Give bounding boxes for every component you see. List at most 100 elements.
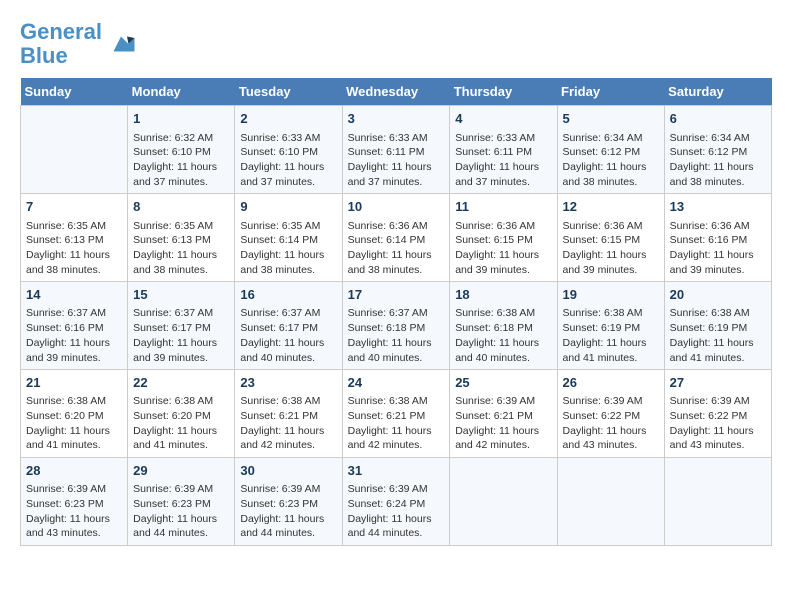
day-number: 30 xyxy=(240,462,336,480)
day-content: Sunrise: 6:35 AM Sunset: 6:14 PM Dayligh… xyxy=(240,219,336,278)
calendar-cell: 19 Sunrise: 6:38 AM Sunset: 6:19 PM Dayli… xyxy=(557,282,664,370)
day-number: 2 xyxy=(240,110,336,128)
calendar-cell: 7 Sunrise: 6:35 AM Sunset: 6:13 PM Daylig… xyxy=(21,194,128,282)
day-number: 3 xyxy=(348,110,445,128)
page-header: GeneralBlue xyxy=(20,20,772,68)
calendar-table: SundayMondayTuesdayWednesdayThursdayFrid… xyxy=(20,78,772,546)
day-content: Sunrise: 6:38 AM Sunset: 6:21 PM Dayligh… xyxy=(348,394,445,453)
calendar-cell: 2 Sunrise: 6:33 AM Sunset: 6:10 PM Daylig… xyxy=(235,106,342,194)
col-header-wednesday: Wednesday xyxy=(342,78,450,106)
day-number: 17 xyxy=(348,286,445,304)
day-number: 27 xyxy=(670,374,766,392)
day-number: 1 xyxy=(133,110,229,128)
calendar-cell: 13 Sunrise: 6:36 AM Sunset: 6:16 PM Dayli… xyxy=(664,194,771,282)
day-content: Sunrise: 6:38 AM Sunset: 6:20 PM Dayligh… xyxy=(26,394,122,453)
day-content: Sunrise: 6:39 AM Sunset: 6:21 PM Dayligh… xyxy=(455,394,551,453)
calendar-cell: 30 Sunrise: 6:39 AM Sunset: 6:23 PM Dayli… xyxy=(235,458,342,546)
day-number: 23 xyxy=(240,374,336,392)
calendar-cell: 22 Sunrise: 6:38 AM Sunset: 6:20 PM Dayli… xyxy=(128,370,235,458)
day-number: 5 xyxy=(563,110,659,128)
day-content: Sunrise: 6:33 AM Sunset: 6:10 PM Dayligh… xyxy=(240,131,336,190)
calendar-cell: 31 Sunrise: 6:39 AM Sunset: 6:24 PM Dayli… xyxy=(342,458,450,546)
day-number: 4 xyxy=(455,110,551,128)
calendar-cell: 24 Sunrise: 6:38 AM Sunset: 6:21 PM Dayli… xyxy=(342,370,450,458)
calendar-cell: 18Sunrise: 6:38 AM Sunset: 6:18 PM Dayli… xyxy=(450,282,557,370)
logo-text: GeneralBlue xyxy=(20,20,102,68)
day-content: Sunrise: 6:34 AM Sunset: 6:12 PM Dayligh… xyxy=(670,131,766,190)
calendar-cell: 8Sunrise: 6:35 AM Sunset: 6:13 PM Daylig… xyxy=(128,194,235,282)
day-number: 21 xyxy=(26,374,122,392)
day-content: Sunrise: 6:38 AM Sunset: 6:21 PM Dayligh… xyxy=(240,394,336,453)
calendar-cell: 6 Sunrise: 6:34 AM Sunset: 6:12 PM Daylig… xyxy=(664,106,771,194)
calendar-cell: 14Sunrise: 6:37 AM Sunset: 6:16 PM Dayli… xyxy=(21,282,128,370)
day-content: Sunrise: 6:38 AM Sunset: 6:20 PM Dayligh… xyxy=(133,394,229,453)
day-content: Sunrise: 6:34 AM Sunset: 6:12 PM Dayligh… xyxy=(563,131,659,190)
calendar-cell xyxy=(557,458,664,546)
logo: GeneralBlue xyxy=(20,20,136,68)
calendar-cell: 27Sunrise: 6:39 AM Sunset: 6:22 PM Dayli… xyxy=(664,370,771,458)
day-number: 16 xyxy=(240,286,336,304)
day-number: 20 xyxy=(670,286,766,304)
day-number: 9 xyxy=(240,198,336,216)
day-number: 11 xyxy=(455,198,551,216)
week-row-2: 7 Sunrise: 6:35 AM Sunset: 6:13 PM Daylig… xyxy=(21,194,772,282)
day-number: 22 xyxy=(133,374,229,392)
day-number: 7 xyxy=(26,198,122,216)
day-content: Sunrise: 6:33 AM Sunset: 6:11 PM Dayligh… xyxy=(455,131,551,190)
calendar-cell xyxy=(664,458,771,546)
calendar-cell: 26 Sunrise: 6:39 AM Sunset: 6:22 PM Dayli… xyxy=(557,370,664,458)
day-number: 31 xyxy=(348,462,445,480)
day-number: 24 xyxy=(348,374,445,392)
calendar-cell: 11 Sunrise: 6:36 AM Sunset: 6:15 PM Dayli… xyxy=(450,194,557,282)
week-row-1: 1 Sunrise: 6:32 AM Sunset: 6:10 PM Daylig… xyxy=(21,106,772,194)
calendar-cell xyxy=(21,106,128,194)
logo-icon xyxy=(106,29,136,59)
day-content: Sunrise: 6:36 AM Sunset: 6:15 PM Dayligh… xyxy=(455,219,551,278)
calendar-cell: 9 Sunrise: 6:35 AM Sunset: 6:14 PM Daylig… xyxy=(235,194,342,282)
day-number: 12 xyxy=(563,198,659,216)
day-number: 6 xyxy=(670,110,766,128)
day-content: Sunrise: 6:39 AM Sunset: 6:23 PM Dayligh… xyxy=(133,482,229,541)
day-content: Sunrise: 6:39 AM Sunset: 6:22 PM Dayligh… xyxy=(563,394,659,453)
week-row-3: 14Sunrise: 6:37 AM Sunset: 6:16 PM Dayli… xyxy=(21,282,772,370)
day-content: Sunrise: 6:39 AM Sunset: 6:24 PM Dayligh… xyxy=(348,482,445,541)
day-content: Sunrise: 6:38 AM Sunset: 6:19 PM Dayligh… xyxy=(563,306,659,365)
day-content: Sunrise: 6:38 AM Sunset: 6:19 PM Dayligh… xyxy=(670,306,766,365)
calendar-cell: 17 Sunrise: 6:37 AM Sunset: 6:18 PM Dayli… xyxy=(342,282,450,370)
day-number: 26 xyxy=(563,374,659,392)
col-header-monday: Monday xyxy=(128,78,235,106)
day-number: 29 xyxy=(133,462,229,480)
day-number: 25 xyxy=(455,374,551,392)
calendar-cell: 12 Sunrise: 6:36 AM Sunset: 6:15 PM Dayli… xyxy=(557,194,664,282)
day-content: Sunrise: 6:39 AM Sunset: 6:23 PM Dayligh… xyxy=(26,482,122,541)
day-number: 14 xyxy=(26,286,122,304)
day-content: Sunrise: 6:35 AM Sunset: 6:13 PM Dayligh… xyxy=(133,219,229,278)
calendar-cell: 5 Sunrise: 6:34 AM Sunset: 6:12 PM Daylig… xyxy=(557,106,664,194)
calendar-cell: 1 Sunrise: 6:32 AM Sunset: 6:10 PM Daylig… xyxy=(128,106,235,194)
calendar-cell: 16Sunrise: 6:37 AM Sunset: 6:17 PM Dayli… xyxy=(235,282,342,370)
day-content: Sunrise: 6:39 AM Sunset: 6:23 PM Dayligh… xyxy=(240,482,336,541)
day-content: Sunrise: 6:36 AM Sunset: 6:16 PM Dayligh… xyxy=(670,219,766,278)
calendar-cell: 3Sunrise: 6:33 AM Sunset: 6:11 PM Daylig… xyxy=(342,106,450,194)
col-header-thursday: Thursday xyxy=(450,78,557,106)
header-row: SundayMondayTuesdayWednesdayThursdayFrid… xyxy=(21,78,772,106)
day-number: 10 xyxy=(348,198,445,216)
calendar-cell: 4 Sunrise: 6:33 AM Sunset: 6:11 PM Daylig… xyxy=(450,106,557,194)
col-header-saturday: Saturday xyxy=(664,78,771,106)
calendar-cell xyxy=(450,458,557,546)
day-number: 15 xyxy=(133,286,229,304)
day-content: Sunrise: 6:36 AM Sunset: 6:15 PM Dayligh… xyxy=(563,219,659,278)
calendar-cell: 20 Sunrise: 6:38 AM Sunset: 6:19 PM Dayli… xyxy=(664,282,771,370)
day-content: Sunrise: 6:35 AM Sunset: 6:13 PM Dayligh… xyxy=(26,219,122,278)
day-number: 28 xyxy=(26,462,122,480)
calendar-cell: 23 Sunrise: 6:38 AM Sunset: 6:21 PM Dayli… xyxy=(235,370,342,458)
day-number: 18 xyxy=(455,286,551,304)
day-content: Sunrise: 6:32 AM Sunset: 6:10 PM Dayligh… xyxy=(133,131,229,190)
day-content: Sunrise: 6:36 AM Sunset: 6:14 PM Dayligh… xyxy=(348,219,445,278)
col-header-friday: Friday xyxy=(557,78,664,106)
calendar-cell: 28 Sunrise: 6:39 AM Sunset: 6:23 PM Dayli… xyxy=(21,458,128,546)
day-content: Sunrise: 6:37 AM Sunset: 6:18 PM Dayligh… xyxy=(348,306,445,365)
day-number: 19 xyxy=(563,286,659,304)
day-number: 13 xyxy=(670,198,766,216)
day-content: Sunrise: 6:37 AM Sunset: 6:17 PM Dayligh… xyxy=(133,306,229,365)
